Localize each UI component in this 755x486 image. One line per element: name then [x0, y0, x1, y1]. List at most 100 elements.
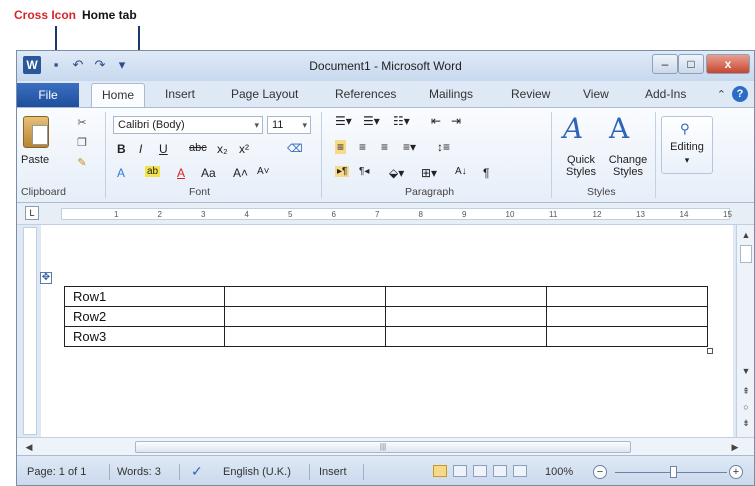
ruler-strip[interactable]: 1 2 3 4 5 6 7 8 9 10 11 12 13 14 15: [61, 208, 732, 220]
tab-home[interactable]: Home: [91, 83, 146, 107]
help-icon[interactable]: ?: [732, 86, 748, 102]
table-cell[interactable]: [385, 306, 547, 327]
group-divider: [105, 112, 106, 198]
sort-button[interactable]: A↓: [455, 166, 467, 177]
table-cell[interactable]: [385, 326, 547, 347]
tab-mailings[interactable]: Mailings: [429, 87, 473, 101]
ribbon: Paste ✂ ❐ ✎ Clipboard Calibri (Body) 11 …: [17, 107, 754, 203]
proofing-icon[interactable]: ✓: [191, 463, 203, 480]
table-cell[interactable]: [546, 286, 708, 307]
table-cell[interactable]: Row2: [64, 306, 225, 327]
bullets-button[interactable]: ☰▾: [335, 114, 352, 128]
page-count[interactable]: Page: 1 of 1: [27, 466, 86, 478]
tab-insert[interactable]: Insert: [165, 87, 195, 101]
next-page-icon[interactable]: ⇟: [740, 417, 752, 429]
show-marks-button[interactable]: ¶: [483, 166, 489, 180]
horizontal-scroll-thumb[interactable]: |||: [135, 441, 631, 453]
align-center-button[interactable]: ≡: [359, 140, 366, 154]
table-resize-handle[interactable]: [707, 348, 713, 354]
zoom-out-button[interactable]: −: [593, 465, 607, 479]
vertical-ruler[interactable]: [23, 227, 37, 435]
font-name-select[interactable]: Calibri (Body): [113, 116, 263, 134]
font-color-icon[interactable]: A: [177, 166, 185, 180]
highlight-icon[interactable]: ab: [145, 166, 161, 177]
vertical-scrollbar[interactable]: ▲ ▼ ⇞ ○ ⇟: [736, 225, 754, 437]
minimize-ribbon-icon[interactable]: ⌃: [717, 88, 726, 101]
table-cell[interactable]: [224, 326, 386, 347]
underline-button[interactable]: U: [159, 142, 168, 156]
shrink-font-button[interactable]: A˅: [257, 166, 270, 177]
table-cell[interactable]: [224, 306, 386, 327]
align-right-button[interactable]: ≡: [381, 140, 388, 154]
scroll-left-button[interactable]: ◀: [23, 441, 35, 453]
web-layout-view-button[interactable]: [473, 465, 487, 477]
change-styles-button[interactable]: Change Styles: [607, 154, 649, 178]
full-screen-view-button[interactable]: [453, 465, 467, 477]
borders-button[interactable]: ⊞▾: [421, 166, 437, 180]
scroll-thumb[interactable]: [740, 245, 752, 263]
tab-file[interactable]: File: [17, 83, 79, 107]
copy-icon[interactable]: ❐: [75, 136, 89, 150]
zoom-slider-thumb[interactable]: [670, 466, 677, 478]
scroll-up-button[interactable]: ▲: [740, 229, 752, 241]
tab-add-ins[interactable]: Add-Ins: [645, 87, 686, 101]
cut-icon[interactable]: ✂: [75, 116, 89, 130]
tab-selector[interactable]: L: [25, 206, 39, 220]
shading-button[interactable]: ⬙▾: [389, 166, 404, 180]
zoom-in-button[interactable]: +: [729, 465, 743, 479]
tab-page-layout[interactable]: Page Layout: [231, 87, 298, 101]
format-painter-icon[interactable]: ✎: [75, 156, 89, 170]
document-table[interactable]: Row1 Row2 Row3: [64, 286, 708, 347]
increase-indent-button[interactable]: ⇥: [451, 114, 461, 128]
select-browse-object-icon[interactable]: ○: [740, 401, 752, 413]
minimize-button[interactable]: –: [652, 54, 678, 74]
paste-icon[interactable]: [23, 116, 49, 148]
insert-mode[interactable]: Insert: [319, 466, 347, 478]
decrease-indent-button[interactable]: ⇤: [431, 114, 441, 128]
grow-font-button[interactable]: A˄: [233, 166, 248, 180]
tab-review[interactable]: Review: [511, 87, 550, 101]
table-cell[interactable]: [546, 326, 708, 347]
line-spacing-button[interactable]: ↕≡: [437, 140, 450, 154]
multilevel-list-button[interactable]: ☷▾: [393, 114, 410, 128]
quick-styles-icon[interactable]: A: [563, 112, 583, 145]
maximize-button[interactable]: □: [678, 54, 704, 74]
previous-page-icon[interactable]: ⇞: [740, 385, 752, 397]
print-layout-view-button[interactable]: [433, 465, 447, 477]
italic-button[interactable]: I: [139, 142, 142, 156]
horizontal-scrollbar[interactable]: ◀ ||| ▶: [17, 437, 754, 455]
rtl-button[interactable]: ¶◂: [359, 166, 369, 177]
strikethrough-button[interactable]: abc: [189, 142, 207, 154]
table-cell[interactable]: [546, 306, 708, 327]
align-left-button[interactable]: ≡: [335, 140, 347, 154]
scroll-down-button[interactable]: ▼: [740, 365, 752, 377]
draft-view-button[interactable]: [513, 465, 527, 477]
justify-button[interactable]: ≡▾: [403, 140, 416, 154]
change-styles-icon[interactable]: A: [609, 112, 629, 145]
paste-button-label[interactable]: Paste: [21, 154, 49, 166]
change-case-button[interactable]: Aa: [201, 166, 216, 180]
table-cell[interactable]: Row1: [64, 286, 225, 307]
clear-format-icon[interactable]: ⌫: [287, 142, 303, 156]
zoom-level[interactable]: 100%: [545, 466, 573, 478]
scroll-right-button[interactable]: ▶: [729, 441, 741, 453]
quick-styles-button[interactable]: Quick Styles: [561, 154, 601, 178]
table-cell[interactable]: Row3: [64, 326, 225, 347]
language[interactable]: English (U.K.): [223, 466, 291, 478]
tab-view[interactable]: View: [583, 87, 609, 101]
close-button[interactable]: x: [706, 54, 750, 74]
tab-references[interactable]: References: [335, 87, 396, 101]
bold-button[interactable]: B: [117, 142, 126, 156]
subscript-button[interactable]: x₂: [217, 142, 228, 156]
word-count[interactable]: Words: 3: [117, 466, 161, 478]
table-cell[interactable]: [385, 286, 547, 307]
move-handle-icon[interactable]: ✥: [40, 272, 52, 284]
font-size-select[interactable]: 11: [267, 116, 311, 134]
table-cell[interactable]: [224, 286, 386, 307]
superscript-button[interactable]: x²: [239, 142, 249, 156]
outline-view-button[interactable]: [493, 465, 507, 477]
ltr-button[interactable]: ▸¶: [335, 166, 350, 177]
editing-button[interactable]: ⚲ Editing ▾: [661, 116, 713, 174]
numbering-button[interactable]: ☰▾: [363, 114, 380, 128]
text-effects-icon[interactable]: A: [117, 166, 125, 180]
